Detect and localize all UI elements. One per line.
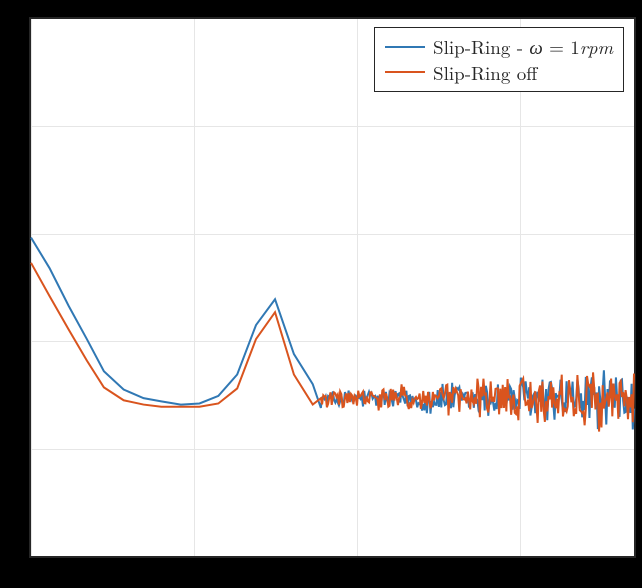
legend-entry-0: Slip-Ring - ω = 1rpm bbox=[385, 34, 613, 60]
legend-swatch-red bbox=[385, 71, 425, 73]
legend-label-1: Slip-Ring off bbox=[433, 60, 537, 86]
chart-svg bbox=[31, 19, 634, 556]
legend-swatch-blue bbox=[385, 46, 425, 48]
legend-entry-1: Slip-Ring off bbox=[385, 60, 613, 86]
legend-label-0: Slip-Ring - ω = 1rpm bbox=[433, 34, 613, 60]
chart-plot-area: Slip-Ring - ω = 1rpm Slip-Ring off bbox=[29, 17, 636, 558]
legend: Slip-Ring - ω = 1rpm Slip-Ring off bbox=[374, 27, 624, 92]
series-slip-ring-off bbox=[31, 263, 634, 432]
